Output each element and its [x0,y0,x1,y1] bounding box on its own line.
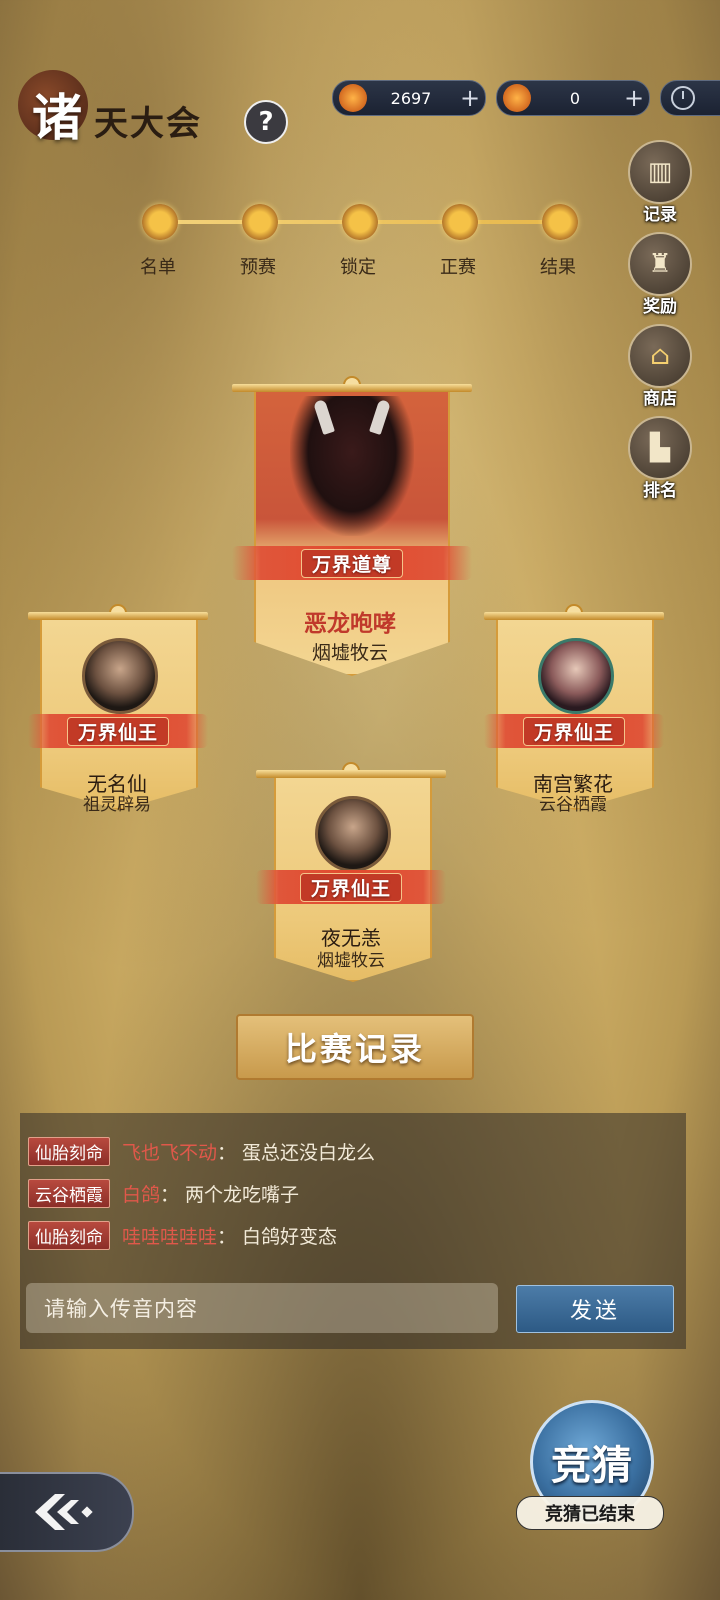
guild-tag: 云谷栖霞 [28,1178,110,1208]
right-player-card[interactable]: 万界仙王 南宫繁花 云谷栖霞 [484,604,664,815]
ranking-icon: ▙ [628,416,692,480]
chat-colon: ： [160,1183,180,1206]
step-label-lock: 锁定 [340,257,376,278]
side-label: 排名 [643,481,677,501]
title-text: 天大会 [94,104,202,144]
help-button[interactable]: ? [244,100,288,144]
player-title-ribbon: 万界仙王 [484,714,664,748]
back-button[interactable] [0,1472,134,1552]
side-button-shop[interactable]: ⌂ 商店 [628,324,692,409]
side-button-ranking[interactable]: ▙ 排名 [628,416,692,501]
progress-node [142,204,178,240]
chat-text: 两个龙吃嘴子 [185,1183,300,1206]
banner-rod [28,612,208,620]
chat-message: 仙胎刻命 哇哇哇哇哇 ： 白鸽好变态 [28,1220,338,1250]
chat-username[interactable]: 飞也飞不动 [122,1138,217,1165]
fire-token-icon [503,84,531,112]
chat-text: 白鸽好变态 [242,1225,338,1248]
player-title-ribbon: 万界仙王 [256,870,446,904]
champion-guild: 烟墟牧云 [311,642,388,664]
side-label: 记录 [643,205,677,225]
champion-title-ribbon: 万界道尊 [232,546,472,580]
bottom-player-card[interactable]: 万界仙王 夜无恙 烟墟牧云 [256,762,446,982]
banner-rod [256,770,446,778]
add-currency-button[interactable]: + [619,84,649,112]
player-title: 万界仙王 [522,716,625,746]
chat-message: 云谷栖霞 白鸽 ： 两个龙吃嘴子 [28,1178,300,1208]
player-title: 万界仙王 [66,716,169,746]
progress-node [542,204,578,240]
progress-node [242,204,278,240]
currency-value: 2697 [390,88,432,108]
record-icon: ▥ [628,140,692,204]
player-guild: 云谷栖霞 [539,795,607,815]
player-title: 万界仙王 [299,872,402,902]
player-title-ribbon: 万界仙王 [28,714,208,748]
progress-node [442,204,478,240]
dragon-mask-portrait [290,396,414,536]
reward-bag-icon: ♜ [628,232,692,296]
chat-message: 仙胎刻命 飞也飞不动 ： 蛋总还没白龙么 [28,1136,376,1166]
shop-pavilion-icon: ⌂ [628,324,692,388]
champion-name: 恶龙咆哮 [304,610,396,637]
player-avatar [315,796,391,872]
champion-card[interactable]: 万界道尊 恶龙咆哮 烟墟牧云 [232,376,472,676]
chat-input[interactable]: 请输入传音内容 [26,1283,498,1333]
progress-node [342,204,378,240]
stage-progress: 名单 预赛 锁定 正赛 结果 [140,200,580,280]
send-button[interactable]: 发送 [516,1285,674,1333]
add-currency-button[interactable]: + [455,84,485,112]
currency-guess-token: 0 + [496,80,650,116]
back-arrow-icon [35,1494,93,1530]
title-first-char: 诸 [32,88,82,147]
player-guild: 烟墟牧云 [317,951,385,971]
banner-rod [232,384,472,392]
side-label: 奖励 [643,297,677,317]
clock-icon [671,86,695,110]
side-button-record[interactable]: ▥ 记录 [628,140,692,225]
match-record-button[interactable]: 比赛记录 [236,1014,474,1080]
left-player-card[interactable]: 万界仙王 无名仙 祖灵辟易 [28,604,208,815]
player-avatar [82,638,158,714]
champion-title: 万界道尊 [300,548,403,578]
chat-username[interactable]: 哇哇哇哇哇 [122,1222,217,1249]
guild-tag: 仙胎刻命 [28,1136,110,1166]
chat-username[interactable]: 白鸽 [122,1180,160,1207]
player-guild: 祖灵辟易 [83,795,151,815]
chat-colon: ： [217,1225,237,1248]
step-label-main: 正赛 [440,257,476,278]
side-button-reward[interactable]: ♜ 奖励 [628,232,692,317]
spirit-flame-icon [339,84,367,112]
chat-text: 蛋总还没白龙么 [242,1141,376,1164]
step-label-result: 结果 [540,257,576,278]
guess-status: 竞猜已结束 [516,1496,664,1530]
player-avatar [538,638,614,714]
guild-tag: 仙胎刻命 [28,1220,110,1250]
chat-colon: ： [217,1141,237,1164]
clock-button[interactable] [660,80,720,116]
currency-value: 0 [569,88,581,108]
step-label-prelim: 预赛 [240,257,276,278]
side-label: 商店 [643,389,677,409]
step-label-roster: 名单 [140,257,176,278]
currency-spirit-stone: 2697 + [332,80,486,116]
banner-rod [484,612,664,620]
